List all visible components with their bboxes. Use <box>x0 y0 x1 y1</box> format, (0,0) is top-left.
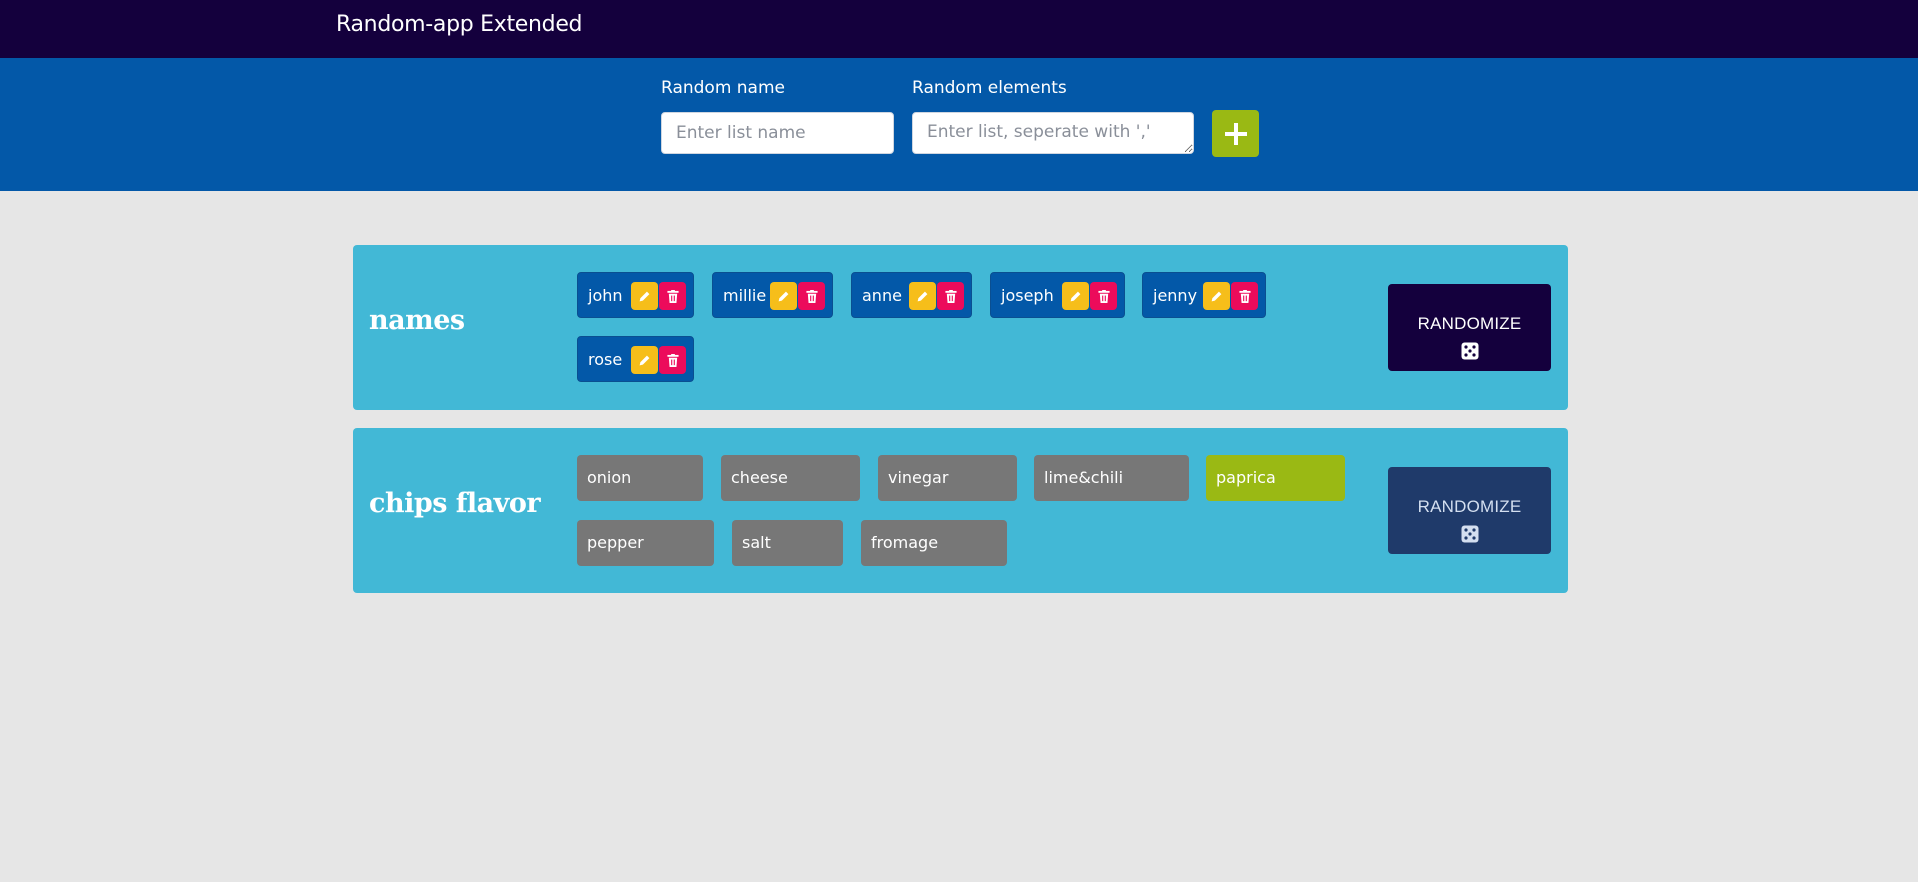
list-title: chips flavor <box>369 488 541 519</box>
list-name-label: Random name <box>661 78 785 98</box>
app-title: Random-app Extended <box>336 12 583 37</box>
list-card-chips-flavor: chips flavor onion cheese vinegar lime&c… <box>353 428 1568 593</box>
top-bar: Random-app Extended <box>0 0 1918 58</box>
delete-item-button[interactable] <box>798 282 825 310</box>
list-item-label: cheese <box>731 468 788 487</box>
pencil-icon <box>917 291 928 301</box>
pencil-icon <box>1211 291 1222 301</box>
edit-item-button[interactable] <box>770 282 797 310</box>
pencil-icon <box>639 355 650 365</box>
randomize-button[interactable]: RANDOMIZE <box>1388 467 1551 554</box>
list-item-label: joseph <box>1001 286 1054 305</box>
list-name-input[interactable] <box>661 112 894 154</box>
new-list-form: Random name Random elements <box>0 58 1918 191</box>
list-item: jenny <box>1142 272 1266 318</box>
list-item: lime&chili <box>1034 455 1189 501</box>
list-item-label: pepper <box>587 533 644 552</box>
list-item: cheese <box>721 455 860 501</box>
edit-item-button[interactable] <box>909 282 936 310</box>
edit-item-button[interactable] <box>1203 282 1230 310</box>
delete-item-button[interactable] <box>1231 282 1258 310</box>
trash-icon <box>1097 289 1110 303</box>
list-item-label: fromage <box>871 533 939 552</box>
list-item: joseph <box>990 272 1125 318</box>
trash-icon <box>805 289 818 303</box>
list-elements-label: Random elements <box>912 78 1067 98</box>
list-item: pepper <box>577 520 714 566</box>
pencil-icon <box>639 291 650 301</box>
list-item: millie <box>712 272 833 318</box>
list-item-label: lime&chili <box>1044 468 1124 487</box>
list-item-label: paprica <box>1216 468 1276 487</box>
delete-item-button[interactable] <box>937 282 964 310</box>
edit-item-button[interactable] <box>631 346 658 374</box>
list-item: salt <box>732 520 843 566</box>
list-title: names <box>369 305 465 336</box>
list-item: onion <box>577 455 703 501</box>
edit-item-button[interactable] <box>1062 282 1089 310</box>
list-item-label: millie <box>723 286 767 305</box>
randomize-label: RANDOMIZE <box>1417 496 1522 516</box>
randomize-button[interactable]: RANDOMIZE <box>1388 284 1551 371</box>
list-item-label: rose <box>588 350 623 369</box>
list-item: vinegar <box>878 455 1017 501</box>
list-card-names: names john millie anne joseph jenny rose… <box>353 245 1568 410</box>
list-item: rose <box>577 336 694 382</box>
trash-icon <box>944 289 957 303</box>
trash-icon <box>666 289 679 303</box>
list-item-label: jenny <box>1153 286 1198 305</box>
list-item-label: anne <box>862 286 902 305</box>
delete-item-button[interactable] <box>659 346 686 374</box>
list-item: john <box>577 272 694 318</box>
list-item-label: john <box>588 286 623 305</box>
trash-icon <box>1238 289 1251 303</box>
trash-icon <box>666 353 679 367</box>
list-elements-input[interactable] <box>912 112 1194 154</box>
add-list-button[interactable] <box>1212 110 1259 157</box>
list-item: fromage <box>861 520 1007 566</box>
dice-icon <box>1461 342 1478 359</box>
pencil-icon <box>778 291 789 301</box>
pencil-icon <box>1070 291 1081 301</box>
edit-item-button[interactable] <box>631 282 658 310</box>
list-item-label: onion <box>587 468 632 487</box>
list-item-selected: paprica <box>1206 455 1345 501</box>
delete-item-button[interactable] <box>659 282 686 310</box>
list-item-label: salt <box>742 533 771 552</box>
list-item-label: vinegar <box>888 468 949 487</box>
dice-icon <box>1461 525 1478 542</box>
list-item: anne <box>851 272 972 318</box>
randomize-label: RANDOMIZE <box>1417 313 1522 333</box>
delete-item-button[interactable] <box>1090 282 1117 310</box>
plus-icon <box>1224 122 1247 145</box>
